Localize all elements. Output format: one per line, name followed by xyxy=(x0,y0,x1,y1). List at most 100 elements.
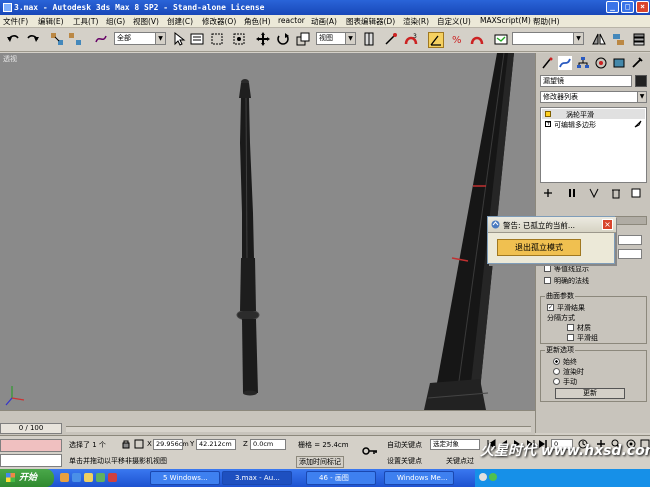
smoothing-groups-checkbox[interactable] xyxy=(567,334,574,341)
select-object-icon[interactable] xyxy=(172,32,186,46)
absolute-mode-icon[interactable] xyxy=(134,439,144,449)
pin-stack-icon[interactable] xyxy=(542,187,554,199)
menu-group[interactable]: 组(G) xyxy=(106,16,125,27)
mirror-icon[interactable] xyxy=(592,32,606,46)
set-key-button[interactable]: 设置关键点 xyxy=(387,456,422,466)
menu-maxscript[interactable]: MAXScript(M) xyxy=(480,16,531,25)
app-launch-icon[interactable] xyxy=(108,473,117,482)
next-frame-icon[interactable] xyxy=(525,439,535,449)
quick-launch-icon[interactable] xyxy=(60,473,69,482)
go-to-start-icon[interactable] xyxy=(486,439,496,449)
materials-checkbox[interactable] xyxy=(567,324,574,331)
stack-item-editable-poly[interactable]: + 可编辑多边形 xyxy=(542,119,645,129)
maxscript-mini-input[interactable] xyxy=(0,454,62,467)
menu-edit[interactable]: 编辑(E) xyxy=(38,16,64,27)
spinner-snap-icon[interactable] xyxy=(470,32,484,46)
iterations-spinner[interactable] xyxy=(618,235,642,245)
angle-snap-toggle-icon[interactable] xyxy=(428,32,444,48)
reference-coord-dropdown[interactable]: 视图 ▼ xyxy=(316,32,356,45)
maxscript-listener[interactable] xyxy=(0,439,62,452)
menu-graph-editors[interactable]: 图表编辑器(D) xyxy=(346,16,395,27)
tray-icon[interactable] xyxy=(479,473,487,481)
menu-help[interactable]: 帮助(H) xyxy=(533,16,560,27)
isoline-display-checkbox[interactable] xyxy=(544,265,551,272)
always-radio[interactable] xyxy=(553,358,560,365)
select-and-scale-icon[interactable] xyxy=(296,32,310,46)
remove-modifier-icon[interactable] xyxy=(610,187,622,199)
menu-tools[interactable]: 工具(T) xyxy=(73,16,98,27)
start-button[interactable]: 开始 xyxy=(0,469,54,487)
redo-icon[interactable] xyxy=(26,32,40,46)
play-icon[interactable] xyxy=(512,439,522,449)
dialog-close-icon[interactable]: × xyxy=(602,219,613,230)
menu-rendering[interactable]: 渲染(R) xyxy=(403,16,429,27)
manually-radio[interactable] xyxy=(553,378,560,385)
surface-params-title[interactable]: 曲面参数 xyxy=(545,291,575,301)
tray-icon[interactable] xyxy=(489,473,497,481)
menu-reactor[interactable]: reactor xyxy=(278,16,305,25)
x-coordinate-field[interactable]: 29.956cm xyxy=(153,439,189,450)
menu-file[interactable]: 文件(F) xyxy=(3,16,28,27)
time-config-icon[interactable] xyxy=(578,439,588,449)
lightbulb-icon[interactable] xyxy=(545,111,551,117)
modify-tab-icon[interactable] xyxy=(558,56,572,70)
auto-key-button[interactable]: 自动关键点 xyxy=(387,440,422,450)
minimize-button[interactable]: _ xyxy=(606,1,619,13)
bind-to-space-warp-icon[interactable] xyxy=(94,32,108,46)
previous-frame-icon[interactable] xyxy=(499,439,509,449)
update-button[interactable]: 更新 xyxy=(555,388,625,399)
select-by-name-icon[interactable] xyxy=(190,32,204,46)
track-bar[interactable] xyxy=(66,426,531,432)
object-name-field[interactable]: 漏望镜 xyxy=(540,75,632,87)
update-options-title[interactable]: 更新选项 xyxy=(545,345,575,355)
percent-snap-icon[interactable]: % xyxy=(450,32,464,46)
dialog-title-bar[interactable]: 警告: 已孤立的当前... × xyxy=(488,217,616,233)
zoom-icon[interactable] xyxy=(611,439,621,449)
menu-create[interactable]: 创建(C) xyxy=(167,16,193,27)
task-paint[interactable]: 46 - 画图 xyxy=(306,471,376,485)
selected-object-dropdown[interactable]: 选定对象 xyxy=(430,439,480,450)
show-end-result-icon[interactable] xyxy=(566,187,578,199)
layer-manager-icon[interactable] xyxy=(632,32,646,46)
edit-named-selection-icon[interactable] xyxy=(494,32,508,46)
exit-isolation-button[interactable]: 退出孤立模式 xyxy=(497,239,581,256)
object-color-swatch[interactable] xyxy=(635,75,647,87)
maximize-button[interactable]: □ xyxy=(621,1,634,13)
explicit-normals-checkbox[interactable] xyxy=(544,277,551,284)
snaps-toggle-icon[interactable]: 3 xyxy=(404,32,418,46)
select-and-manipulate-icon[interactable] xyxy=(384,32,398,46)
close-button[interactable]: × xyxy=(636,1,649,13)
y-coordinate-field[interactable]: 42.212cm xyxy=(196,439,236,450)
smooth-result-checkbox[interactable]: ✓ xyxy=(547,304,554,311)
current-frame-field[interactable]: 0 xyxy=(551,439,573,450)
maximize-viewport-icon[interactable] xyxy=(640,439,650,449)
hierarchy-tab-icon[interactable] xyxy=(576,56,590,70)
add-time-tag-button[interactable]: 添加时间标记 xyxy=(296,456,344,468)
orbit-icon[interactable] xyxy=(626,439,636,449)
menu-views[interactable]: 视图(V) xyxy=(133,16,159,27)
motion-tab-icon[interactable] xyxy=(594,56,608,70)
select-and-rotate-icon[interactable] xyxy=(276,32,290,46)
pivot-center-icon[interactable] xyxy=(362,32,376,46)
menu-modifiers[interactable]: 修改器(O) xyxy=(202,16,236,27)
key-icon[interactable] xyxy=(362,446,378,456)
ie-icon[interactable] xyxy=(72,473,81,482)
task-3dsmax[interactable]: 3.max - Au... xyxy=(222,471,292,485)
select-and-link-icon[interactable] xyxy=(50,32,64,46)
align-icon[interactable] xyxy=(612,32,626,46)
key-filters-button[interactable]: 关键点过 xyxy=(446,456,474,466)
go-to-end-icon[interactable] xyxy=(538,439,548,449)
expand-icon[interactable]: + xyxy=(545,121,551,127)
named-selection-sets-dropdown[interactable]: ▼ xyxy=(512,32,584,45)
z-coordinate-field[interactable]: 0.0cm xyxy=(250,439,286,450)
selection-filter-dropdown[interactable]: 全部 ▼ xyxy=(114,32,166,45)
render-iters-spinner[interactable] xyxy=(618,249,642,259)
display-tab-icon[interactable] xyxy=(612,56,626,70)
menu-animation[interactable]: 动画(A) xyxy=(311,16,337,27)
unlink-selection-icon[interactable] xyxy=(68,32,82,46)
menu-character[interactable]: 角色(H) xyxy=(244,16,271,27)
select-and-move-icon[interactable] xyxy=(256,32,270,46)
task-windows-messenger[interactable]: Windows Me... xyxy=(384,471,454,485)
menu-customize[interactable]: 自定义(U) xyxy=(437,16,471,27)
task-windows-explorer[interactable]: 5 Windows... xyxy=(150,471,220,485)
